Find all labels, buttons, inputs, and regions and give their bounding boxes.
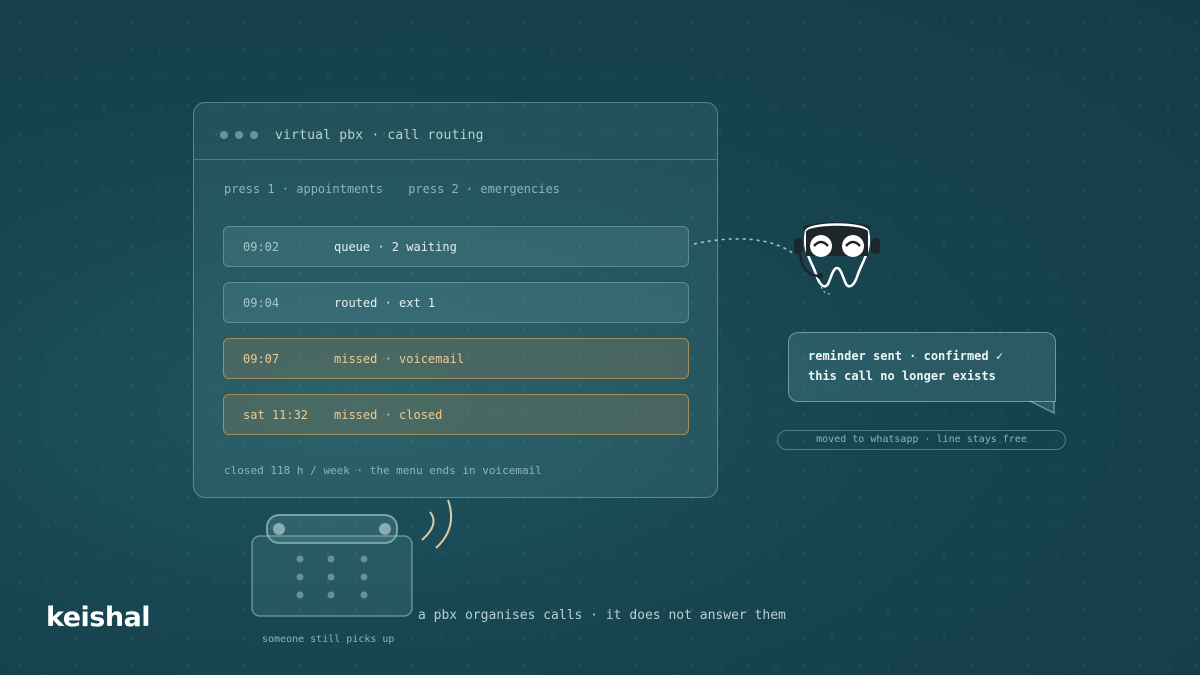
tooth-headset-mascot-icon bbox=[794, 222, 880, 295]
call-event: queue · 2 waiting bbox=[334, 240, 457, 254]
caption-sub: someone still picks up bbox=[262, 634, 395, 645]
window-titlebar: virtual pbx · call routing bbox=[194, 103, 717, 160]
call-time: 09:02 bbox=[243, 240, 280, 254]
reminder-bubble: reminder sent · confirmed ✓ this call no… bbox=[788, 332, 1056, 402]
call-row: 09:04 routed · ext 1 bbox=[223, 282, 689, 323]
brand-logo: keishal bbox=[46, 602, 151, 633]
call-event: missed · voicemail bbox=[334, 352, 465, 366]
call-event: routed · ext 1 bbox=[334, 296, 436, 310]
bubble-line-1: reminder sent · confirmed ✓ bbox=[808, 349, 1004, 363]
menu-option-1: press 1 · appointments bbox=[224, 182, 383, 196]
window-footer: closed 118 h / week · the menu ends in v… bbox=[224, 464, 542, 477]
call-time: 09:07 bbox=[243, 352, 280, 366]
pbx-window: virtual pbx · call routing press 1 · app… bbox=[193, 102, 718, 498]
menu-option-2: press 2 · emergencies bbox=[408, 182, 560, 196]
dashed-connector bbox=[693, 238, 795, 255]
call-row-missed: 09:07 missed · voicemail bbox=[223, 338, 689, 379]
ivr-menu: press 1 · appointments press 2 · emergen… bbox=[224, 182, 578, 196]
bubble-tail bbox=[1030, 400, 1055, 415]
call-time: 09:04 bbox=[243, 296, 280, 310]
bubble-line-2: this call no longer exists bbox=[808, 369, 996, 383]
window-dot-icon bbox=[235, 131, 243, 139]
call-event: missed · closed bbox=[334, 408, 443, 422]
caption-main: a pbx organises calls · it does not answ… bbox=[418, 608, 786, 623]
window-dot-icon bbox=[250, 131, 258, 139]
desk-phone-icon bbox=[251, 499, 452, 617]
window-dot-icon bbox=[220, 131, 228, 139]
call-row: 09:02 queue · 2 waiting bbox=[223, 226, 689, 267]
call-time: sat 11:32 bbox=[243, 408, 309, 422]
whatsapp-pill: moved to whatsapp · line stays free bbox=[777, 430, 1066, 450]
call-row-missed: sat 11:32 missed · closed bbox=[223, 394, 689, 435]
window-title: virtual pbx · call routing bbox=[275, 128, 484, 143]
